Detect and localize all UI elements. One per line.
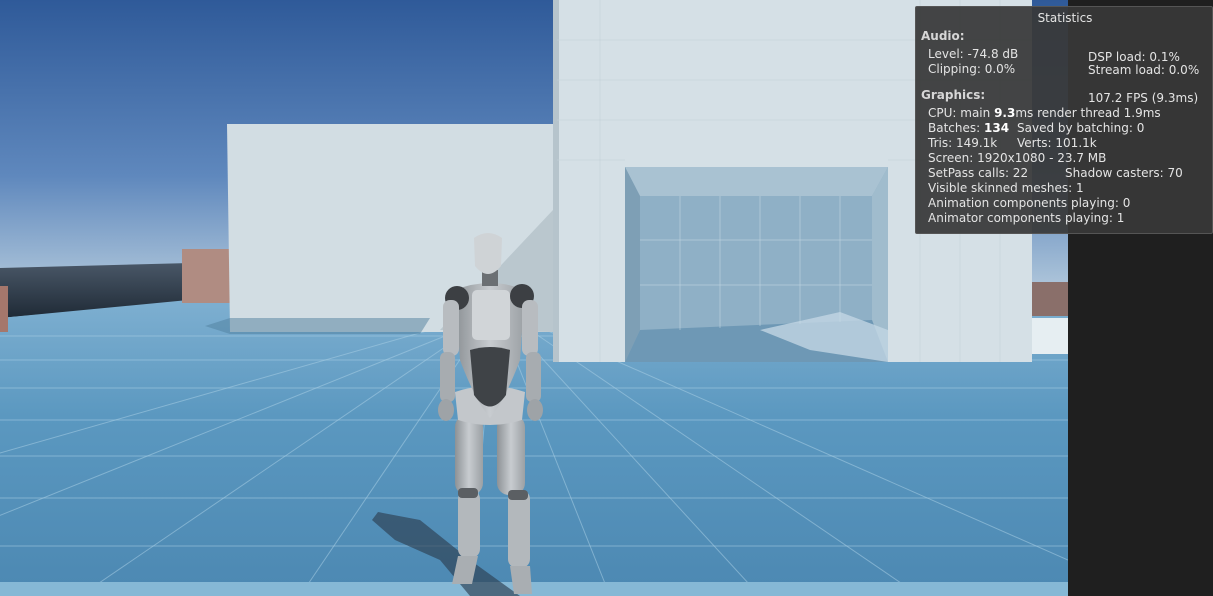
game-viewport[interactable]	[0, 0, 1068, 596]
ground-edge	[0, 582, 1068, 596]
stats-title: Statistics	[1037, 11, 1093, 25]
animator-components: Animator components playing: 1	[928, 211, 1125, 225]
robot-left-forearm	[440, 352, 455, 402]
tris-count: Tris: 149.1k	[928, 136, 998, 150]
robot-left-shin	[458, 490, 480, 558]
batches-line: Batches: 134	[928, 121, 1009, 136]
distant-box-left	[0, 286, 8, 332]
verts-count: Verts: 101.1k	[1017, 136, 1097, 150]
doorway-inner-left	[625, 167, 640, 362]
building-side-edge	[553, 0, 559, 362]
robot-right-thigh	[497, 415, 525, 495]
robot-torso-dark	[470, 347, 510, 407]
cpu-prefix: CPU: main	[928, 106, 995, 120]
scene-render	[0, 0, 1068, 596]
right-ledge	[1032, 318, 1068, 354]
robot-right-shin	[508, 490, 530, 568]
robot-left-hand	[438, 399, 454, 421]
distant-box-right	[1032, 282, 1068, 316]
robot-right-upper-arm	[522, 300, 538, 356]
audio-header: Audio:	[921, 29, 965, 43]
doorway-inner-ceiling	[625, 167, 888, 196]
saved-by-batching: Saved by batching: 0	[1017, 121, 1145, 135]
batches-value: 134	[984, 121, 1010, 135]
batches-prefix: Batches:	[928, 121, 984, 135]
distant-box-brown	[182, 249, 230, 303]
graphics-header: Graphics:	[921, 88, 986, 102]
audio-clipping: Clipping: 0.0%	[928, 62, 1016, 76]
audio-stream-load: Stream load: 0.0%	[1088, 63, 1200, 77]
robot-right-hand	[527, 399, 543, 421]
audio-level: Level: -74.8 dB	[928, 47, 1019, 61]
robot-left-knee	[458, 488, 478, 498]
robot-right-knee	[508, 490, 528, 500]
robot-head	[474, 233, 502, 274]
setpass-calls: SetPass calls: 22	[928, 166, 1029, 180]
screen-info: Screen: 1920x1080 - 23.7 MB	[928, 151, 1107, 165]
cpu-line: CPU: main 9.3ms render thread 1.9ms	[928, 106, 1161, 121]
animation-components: Animation components playing: 0	[928, 196, 1131, 210]
cpu-main-value: 9.3	[994, 106, 1016, 120]
statistics-panel: Statistics Audio: Level: -74.8 dB Clippi…	[915, 6, 1213, 234]
robot-chest-plate	[472, 290, 510, 340]
robot-right-forearm	[526, 352, 541, 402]
visible-skinned-meshes: Visible skinned meshes: 1	[928, 181, 1084, 195]
left-wall-floor-shadow	[205, 318, 430, 334]
shadow-casters: Shadow casters: 70	[1065, 166, 1183, 180]
robot-left-upper-arm	[443, 300, 459, 356]
cpu-suffix: ms render thread 1.9ms	[1015, 106, 1161, 120]
fps-readout: 107.2 FPS (9.3ms)	[1088, 91, 1199, 105]
robot-left-thigh	[455, 415, 483, 495]
